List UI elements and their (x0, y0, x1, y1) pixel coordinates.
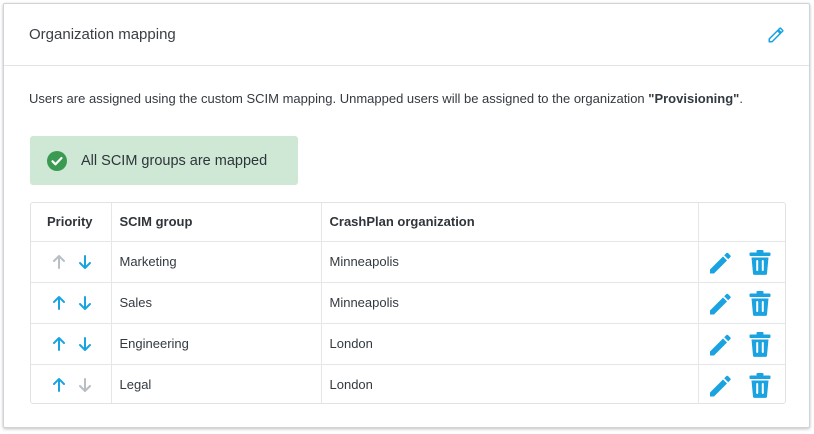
pencil-icon (768, 27, 784, 42)
delete-row-button[interactable] (748, 290, 772, 316)
pencil-icon (709, 375, 731, 397)
organization-cell: London (321, 364, 699, 403)
table-row: Sales Minneapolis (31, 282, 785, 324)
card-header: Organization mapping (4, 4, 809, 66)
trash-icon (749, 249, 770, 275)
trash-icon (749, 331, 770, 357)
actions-cell (698, 282, 785, 324)
priority-cell (31, 282, 112, 324)
card-title: Organization mapping (29, 26, 176, 43)
organization-cell: Minneapolis (321, 282, 699, 324)
description-suffix: . (739, 91, 743, 106)
column-header-priority: Priority (31, 203, 112, 242)
edit-row-button[interactable] (708, 372, 732, 398)
scim-group-cell: Marketing (111, 241, 322, 283)
delete-row-button[interactable] (748, 331, 772, 357)
arrow-up-icon[interactable] (51, 377, 67, 393)
arrow-down-icon (79, 378, 91, 393)
organization-mapping-card: Organization mapping Users are assigned … (3, 3, 810, 428)
pencil-icon (709, 293, 731, 314)
edit-row-button[interactable] (708, 331, 732, 357)
column-header-organization: CrashPlan organization (321, 203, 699, 242)
mapping-table: Priority SCIM group CrashPlan organizati… (30, 202, 786, 404)
check-circle-icon (47, 150, 67, 171)
arrow-down-icon[interactable] (77, 254, 93, 270)
pencil-icon (709, 334, 731, 355)
delete-row-button[interactable] (748, 372, 772, 398)
mapping-description: Users are assigned using the custom SCIM… (29, 91, 743, 106)
arrow-up-icon[interactable] (51, 336, 67, 352)
column-header-actions (698, 203, 785, 242)
description-text: Users are assigned using the custom SCIM… (29, 91, 649, 106)
table-header-row: Priority SCIM group CrashPlan organizati… (31, 203, 785, 242)
actions-cell (698, 241, 785, 283)
priority-cell (31, 364, 112, 403)
pencil-icon (709, 252, 731, 273)
delete-row-button[interactable] (748, 249, 772, 275)
actions-cell (698, 323, 785, 365)
alert-text: All SCIM groups are mapped (81, 152, 268, 169)
default-org-name: "Provisioning" (648, 91, 740, 106)
arrow-up-icon[interactable] (51, 295, 67, 311)
column-header-scim-group: SCIM group (111, 203, 322, 242)
table-row: Engineering London (31, 323, 785, 365)
actions-cell (698, 364, 785, 403)
arrow-up-icon (53, 254, 65, 269)
scim-group-cell: Engineering (111, 323, 322, 365)
success-alert: All SCIM groups are mapped (30, 136, 298, 185)
scim-group-cell: Legal (111, 364, 322, 403)
arrow-down-icon[interactable] (77, 295, 93, 311)
priority-cell (31, 323, 112, 365)
scim-group-cell: Sales (111, 282, 322, 324)
trash-icon (749, 290, 770, 316)
edit-row-button[interactable] (708, 290, 732, 316)
organization-cell: London (321, 323, 699, 365)
priority-cell (31, 241, 112, 283)
trash-icon (749, 372, 770, 398)
edit-row-button[interactable] (708, 249, 732, 275)
arrow-down-icon[interactable] (77, 336, 93, 352)
table-row: Marketing Minneapolis (31, 241, 785, 283)
table-row: Legal London (31, 364, 785, 403)
organization-cell: Minneapolis (321, 241, 699, 283)
edit-mapping-button[interactable] (765, 24, 787, 46)
